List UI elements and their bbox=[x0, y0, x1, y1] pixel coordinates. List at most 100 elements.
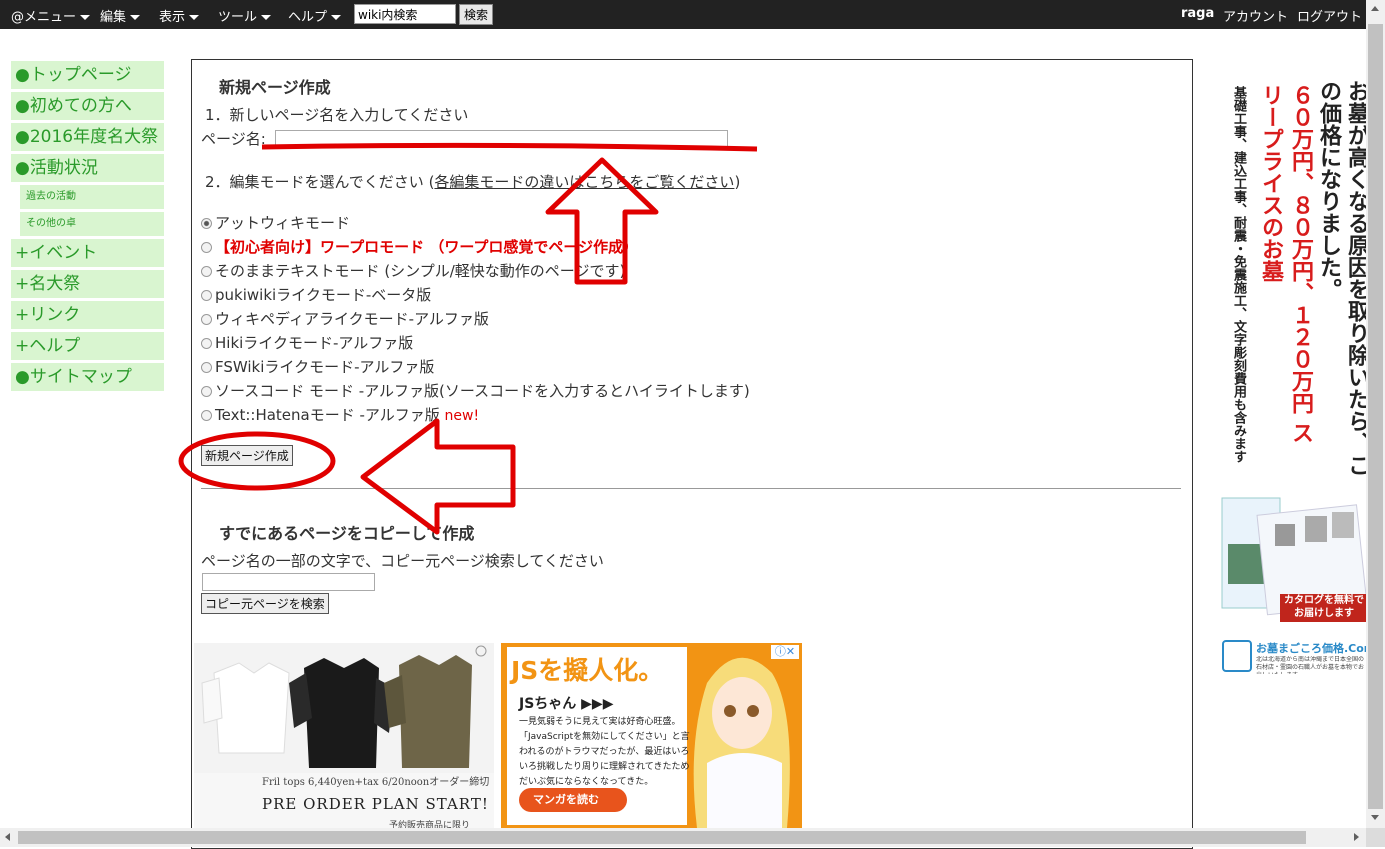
section-divider bbox=[201, 488, 1181, 489]
menu-view[interactable]: 表示 bbox=[159, 6, 200, 25]
ad-js-name: JSちゃん ▶▶▶ bbox=[519, 696, 614, 712]
radio-button[interactable] bbox=[201, 362, 212, 373]
mode-option-wordprocessor[interactable]: 【初心者向け】ワープロモード （ワープロ感覚でページ作成） bbox=[201, 236, 638, 257]
new-badge: new! bbox=[444, 408, 480, 424]
menu-edit[interactable]: 編集 bbox=[100, 6, 141, 25]
mode-option-text[interactable]: そのままテキストモード (シンプル/軽快な動作のページです) bbox=[201, 260, 625, 281]
page-name-label: ページ名: bbox=[201, 130, 266, 148]
wiki-search-button[interactable]: 検索 bbox=[459, 4, 494, 25]
menu-tools[interactable]: ツール bbox=[218, 6, 272, 25]
radio-button[interactable] bbox=[201, 266, 212, 277]
sidebar-item-activities[interactable]: ●活動状況 bbox=[11, 154, 164, 182]
logo-icon bbox=[1222, 640, 1252, 672]
chevron-down-icon bbox=[331, 15, 342, 20]
side-ad-logo-sub: 北は北海道から南は沖縄まで日本全国の石材店・霊園の石職人がお墓を本物でお出しいた… bbox=[1256, 656, 1364, 674]
chevron-down-icon bbox=[189, 15, 200, 20]
vertical-scroll-thumb[interactable] bbox=[1368, 24, 1383, 809]
ad-js-read-button[interactable]: マンガを読む bbox=[519, 788, 627, 812]
menu-tools-label: ツール bbox=[218, 10, 258, 25]
mode-label: ウィキペディアライクモード-アルファ版 bbox=[215, 310, 489, 328]
side-ad-desc: 基礎工事、建込工事、耐震・免震施工、文字彫刻費用も含みます bbox=[1231, 86, 1246, 463]
mode-label: ソースコード モード -アルファ版(ソースコードを入力するとハイライトします) bbox=[215, 382, 750, 400]
side-ad-catalog[interactable]: カタログを無料でお届けします bbox=[1220, 484, 1366, 624]
page-name-input[interactable] bbox=[275, 130, 728, 147]
scroll-up-icon[interactable] bbox=[1371, 6, 1379, 11]
copy-page-heading: すでにあるページをコピーして作成 bbox=[219, 524, 475, 543]
sidebar-item-links[interactable]: +リンク bbox=[11, 301, 164, 329]
sidebar-item-sitemap[interactable]: ●サイトマップ bbox=[11, 363, 164, 391]
scroll-left-icon[interactable] bbox=[5, 833, 10, 841]
menu-help-label: ヘルプ bbox=[288, 10, 328, 25]
radio-button[interactable] bbox=[201, 242, 212, 253]
radio-button[interactable] bbox=[201, 290, 212, 301]
mode-option-sourcecode[interactable]: ソースコード モード -アルファ版(ソースコードを入力するとハイライトします) bbox=[201, 380, 750, 401]
mode-option-fswiki[interactable]: FSWikiライクモード-アルファ版 bbox=[201, 356, 434, 377]
mode-label: FSWikiライクモード-アルファ版 bbox=[215, 358, 435, 376]
chevron-down-icon bbox=[261, 15, 272, 20]
menu-view-label: 表示 bbox=[159, 10, 186, 25]
wiki-search-input[interactable] bbox=[354, 4, 456, 24]
mode-label: pukiwikiライクモード-ベータ版 bbox=[215, 286, 432, 304]
top-menubar: @メニュー 編集 表示 ツール ヘルプ 検索 raga アカウント ログアウト bbox=[0, 0, 1385, 29]
menu-edit-label: 編集 bbox=[100, 10, 127, 25]
mode-option-wikipedia[interactable]: ウィキペディアライクモード-アルファ版 bbox=[201, 308, 489, 329]
sidebar-item-top[interactable]: ●トップページ bbox=[11, 61, 164, 89]
radio-button[interactable] bbox=[201, 410, 212, 421]
ad-tops-footer: 予約販売商品に限り bbox=[389, 821, 471, 828]
sidebar-item-beginners[interactable]: ●初めての方へ bbox=[11, 92, 164, 120]
radio-button[interactable] bbox=[201, 338, 212, 349]
ad-js-title: JSを擬人化。 bbox=[511, 656, 664, 685]
step2-prefix: 2．編集モードを選んでください ( bbox=[205, 173, 435, 191]
side-ad-logo[interactable]: お墓まごころ価格.Com 北は北海道から南は沖縄まで日本全国の石材店・霊園の石職… bbox=[1220, 638, 1366, 678]
step1-text: 1．新しいページ名を入力してください bbox=[205, 106, 469, 124]
ad-close-icon[interactable]: ⓘ✕ bbox=[771, 645, 799, 659]
scroll-down-icon[interactable] bbox=[1371, 815, 1379, 820]
side-ad-price: ６０万円、８０万円、１２０万円 スリープライスのお墓 bbox=[1258, 84, 1313, 444]
mode-label: Hikiライクモード-アルファ版 bbox=[215, 334, 414, 352]
mode-option-pukiwiki[interactable]: pukiwikiライクモード-ベータ版 bbox=[201, 284, 431, 305]
sidebar-item-events[interactable]: +イベント bbox=[11, 239, 164, 267]
horizontal-scrollbar[interactable] bbox=[0, 828, 1366, 847]
sidebar-subitem-other-tables[interactable]: その他の卓 bbox=[20, 212, 164, 236]
mode-option-atwiki[interactable]: アットウィキモード bbox=[201, 212, 350, 233]
copy-search-button[interactable]: コピー元ページを検索 bbox=[201, 593, 329, 614]
mode-option-hatena[interactable]: Text::Hatenaモード -アルファ版 new! bbox=[201, 404, 479, 425]
mode-label: アットウィキモード bbox=[215, 214, 351, 232]
menu-at-label: @メニュー bbox=[11, 10, 77, 25]
menu-help[interactable]: ヘルプ bbox=[288, 6, 342, 25]
create-page-button[interactable]: 新規ページ作成 bbox=[201, 445, 293, 466]
scrollbar-corner bbox=[1366, 828, 1385, 847]
sidebar-item-meidaisai[interactable]: +名大祭 bbox=[11, 270, 164, 298]
copy-instruction: ページ名の一部の文字で、コピー元ページ検索してください bbox=[201, 552, 604, 570]
radio-button[interactable] bbox=[201, 218, 212, 229]
logout-link[interactable]: ログアウト bbox=[1297, 6, 1362, 25]
chevron-down-icon bbox=[80, 15, 91, 20]
sidebar-subitem-past-activities[interactable]: 過去の活動 bbox=[20, 185, 164, 209]
sidebar-item-help[interactable]: +ヘルプ bbox=[11, 332, 164, 360]
menu-at[interactable]: @メニュー bbox=[11, 6, 91, 25]
mode-label: Text::Hatenaモード -アルファ版 bbox=[215, 406, 440, 424]
user-name[interactable]: raga bbox=[1181, 6, 1214, 21]
ad-tops-banner[interactable]: Fril tops 6,440yen+tax 6/20noonオーダー締切 PR… bbox=[194, 643, 494, 828]
sidebar-item-festival-2016[interactable]: ●2016年度名大祭 bbox=[11, 123, 164, 151]
ad-tops-caption: Fril tops 6,440yen+tax 6/20noonオーダー締切 bbox=[262, 777, 490, 788]
ad-tops-headline: PRE ORDER PLAN START! bbox=[262, 795, 489, 813]
account-link[interactable]: アカウント bbox=[1223, 6, 1288, 25]
edit-mode-diff-link[interactable]: 各編集モードの違いはこちらをご覧ください bbox=[434, 173, 734, 191]
step2-suffix: ) bbox=[734, 173, 741, 191]
side-ad-grave[interactable]: お墓が高くなる原因を取り除いたら、この価格になりました。 ６０万円、８０万円、１… bbox=[1220, 80, 1366, 480]
radio-button[interactable] bbox=[201, 386, 212, 397]
scroll-right-icon[interactable] bbox=[1354, 833, 1359, 841]
ad-js-banner[interactable]: JSを擬人化。 JSちゃん ▶▶▶ 一見気弱そうに見えて実は好奇心旺盛。「Jav… bbox=[501, 643, 802, 828]
horizontal-scroll-thumb[interactable] bbox=[18, 831, 1306, 844]
copy-search-input[interactable] bbox=[202, 573, 375, 591]
mode-label: 【初心者向け】ワープロモード （ワープロ感覚でページ作成） bbox=[215, 238, 639, 256]
step2-text: 2．編集モードを選んでください (各編集モードの違いはこちらをご覧ください) bbox=[205, 171, 740, 192]
side-ad-catalog-text: カタログを無料でお届けします bbox=[1284, 595, 1364, 619]
radio-button[interactable] bbox=[201, 314, 212, 325]
vertical-scrollbar[interactable] bbox=[1366, 0, 1385, 847]
ad-js-desc: 一見気弱そうに見えて実は好奇心旺盛。「JavaScriptを無効にしてください」… bbox=[519, 717, 690, 787]
mode-option-hiki[interactable]: Hikiライクモード-アルファ版 bbox=[201, 332, 413, 353]
anime-girl-illustration bbox=[693, 657, 790, 828]
chevron-down-icon bbox=[130, 15, 141, 20]
